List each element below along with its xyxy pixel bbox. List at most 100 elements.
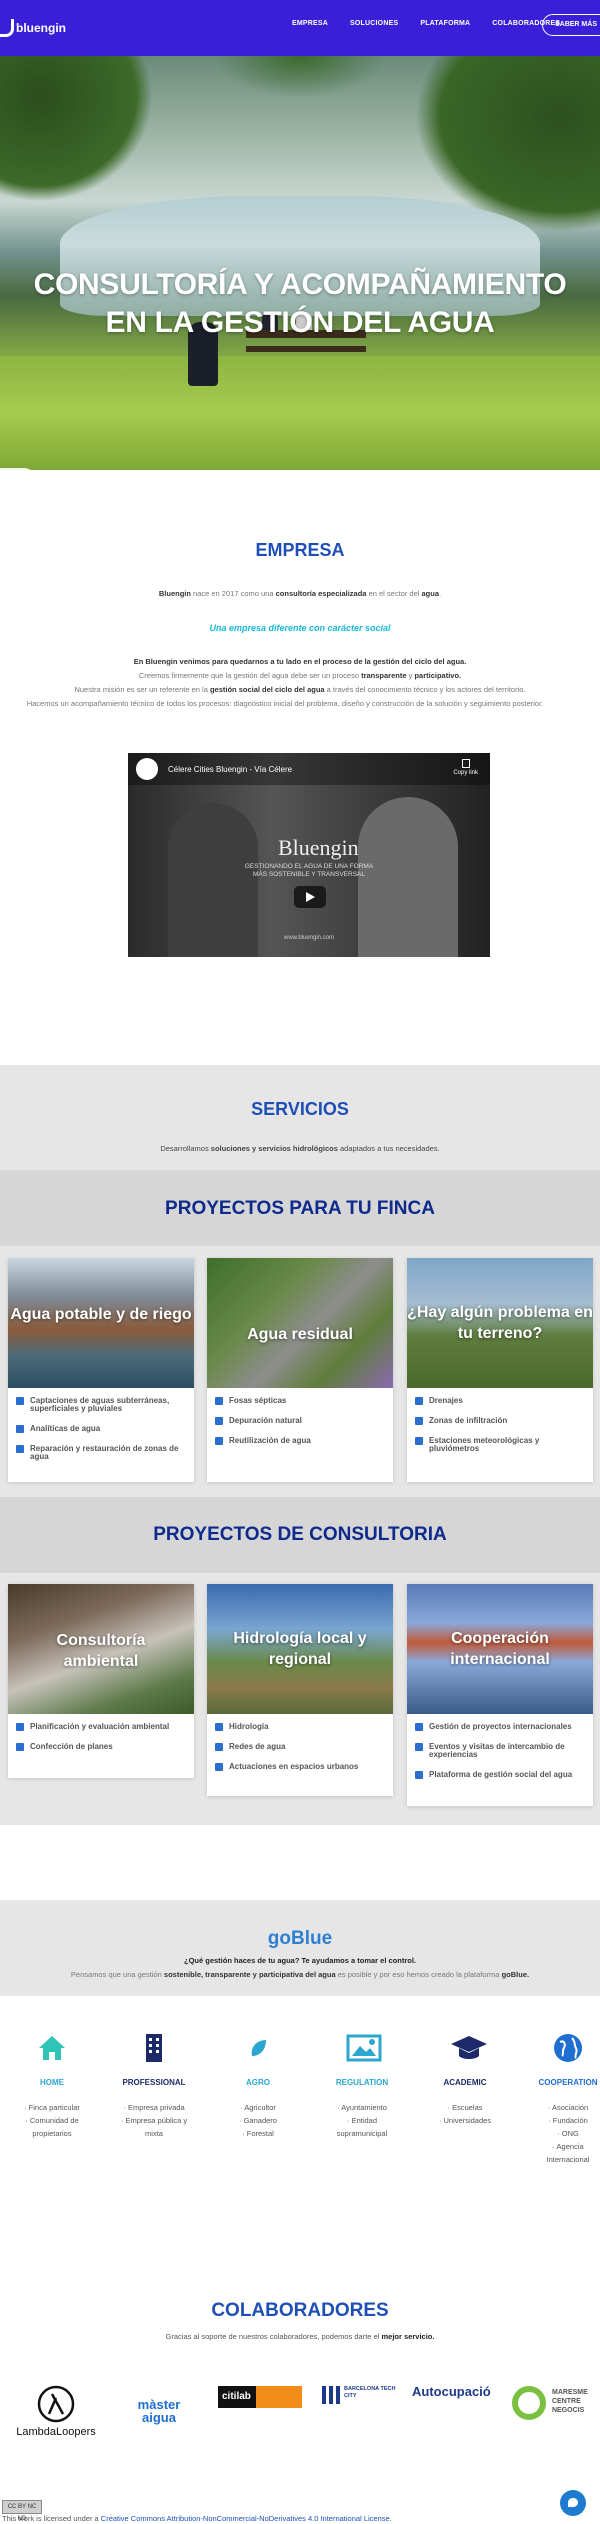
card-hidrologia[interactable]: Hidrología local y regional Hidrología R… bbox=[207, 1584, 393, 1796]
card-item[interactable]: Reutilización de agua bbox=[207, 1434, 393, 1448]
logo-master-aigua[interactable]: màster aigua bbox=[128, 2398, 190, 2424]
brand-logo[interactable]: bluengin bbox=[0, 19, 66, 37]
item-text: Confección de planes bbox=[30, 1742, 113, 1751]
nav-plataforma[interactable]: PLATAFORMA bbox=[420, 20, 470, 27]
intro-mid: nace en 2017 como una bbox=[190, 589, 276, 598]
item-text: Plataforma de gestión social del agua bbox=[429, 1770, 573, 1779]
lab-icon bbox=[16, 1425, 24, 1433]
video-player[interactable]: Célere Cities Bluengin - Vía Célere Copy… bbox=[128, 753, 490, 957]
category-item: mixta bbox=[145, 2129, 163, 2138]
card-consultoria-ambiental[interactable]: Consultoría ambiental Planificación y ev… bbox=[8, 1584, 194, 1778]
item-text: Reutilización de agua bbox=[229, 1436, 311, 1445]
category-item: · Finca particular bbox=[24, 2103, 80, 2112]
category-item: supramunicipal bbox=[336, 2129, 388, 2138]
card-caption: Hidrología local y regional bbox=[233, 1630, 367, 1668]
category-items: · Escuelas · Universidades bbox=[425, 2101, 505, 2127]
logo-citilab-text: citilab bbox=[222, 2391, 251, 2402]
channel-avatar[interactable] bbox=[136, 758, 158, 780]
chat-bubble-icon[interactable] bbox=[560, 2490, 586, 2516]
card-item[interactable]: Captaciones de aguas subterráneas, super… bbox=[8, 1394, 194, 1416]
card-item[interactable]: Estaciones meteorológicas y pluviómetros bbox=[407, 1434, 593, 1456]
license-b: . bbox=[389, 2514, 392, 2523]
intro-bold: consultoría especializada bbox=[275, 589, 367, 598]
card-item[interactable]: Redes de agua bbox=[207, 1740, 393, 1754]
p1-text: En Bluengin venimos para quedarnos a tu … bbox=[133, 657, 467, 666]
category-item: · Comunidad de bbox=[25, 2116, 79, 2125]
category-agro[interactable]: AGRO · Agricultor · Ganadero · Forestal bbox=[218, 2032, 298, 2140]
saber-mas-button[interactable]: SABER MÁS bbox=[541, 14, 600, 36]
item-text: Drenajes bbox=[429, 1396, 463, 1405]
category-items: · Finca particular · Comunidad de propieta… bbox=[12, 2101, 92, 2140]
copy-label: Copy link bbox=[453, 770, 478, 776]
logo-autocupacio[interactable]: Autocupació bbox=[412, 2384, 512, 2399]
purification-icon bbox=[215, 1417, 223, 1425]
category-item: · Entidad bbox=[346, 2116, 378, 2125]
category-label: ACADEMIC bbox=[443, 2078, 487, 2087]
image-icon bbox=[346, 2032, 382, 2064]
category-professional[interactable]: PROFESSIONAL · Empresa privada · Empresa … bbox=[114, 2032, 194, 2140]
card-agua-residual[interactable]: Agua residual Fosas sépticas Depuración … bbox=[207, 1258, 393, 1482]
card-image: Hidrología local y regional bbox=[207, 1584, 393, 1714]
gb-b: sostenible, transparente y participativa… bbox=[163, 1970, 336, 1979]
p3c: a través del conocimiento técnico y los … bbox=[324, 685, 526, 694]
goblue-title: goBlue bbox=[267, 1928, 333, 1949]
category-item: propietarios bbox=[32, 2129, 72, 2138]
card-problema-terreno[interactable]: ¿Hay algún problema en tu terreno? Drena… bbox=[407, 1258, 593, 1482]
video-title[interactable]: Célere Cities Bluengin - Vía Célere bbox=[168, 765, 292, 774]
category-items: · Agricultor · Ganadero · Forestal bbox=[218, 2101, 298, 2140]
category-cooperation[interactable]: COOPERATION · Asociación · Fundación · ONG… bbox=[528, 2032, 600, 2166]
card-cooperacion[interactable]: Cooperación internacional Gestión de pro… bbox=[407, 1584, 593, 1806]
card-item[interactable]: Gestión de proyectos internacionales bbox=[407, 1720, 593, 1734]
card-item[interactable]: Planificación y evaluación ambiental bbox=[8, 1720, 194, 1734]
card-item[interactable]: Eventos y visitas de intercambio de expe… bbox=[407, 1740, 593, 1762]
logo-citilab[interactable]: citilab bbox=[218, 2386, 302, 2408]
category-label: AGRO bbox=[246, 2078, 270, 2087]
category-home[interactable]: HOME · Finca particular · Comunidad de pro… bbox=[12, 2032, 92, 2140]
p2a: Creemos firmemente que la gestión del ag… bbox=[138, 671, 362, 680]
video-subtitle: GESTIONANDO EL AGUA DE UNA FORMA MÁS SOST… bbox=[128, 863, 490, 879]
item-text: Hidrología bbox=[229, 1722, 269, 1731]
logo-lambdaloopers[interactable]: LambdaLoopers bbox=[10, 2384, 102, 2438]
card-item[interactable]: Depuración natural bbox=[207, 1414, 393, 1428]
card-item[interactable]: Hidrología bbox=[207, 1720, 393, 1734]
copy-icon bbox=[461, 759, 470, 768]
servicios-desc: Desarrollamos soluciones y servicios hid… bbox=[0, 1144, 600, 1153]
category-label: COOPERATION bbox=[538, 2078, 598, 2087]
item-text: Actuaciones en espacios urbanos bbox=[229, 1762, 359, 1771]
card-item[interactable]: Analíticas de agua bbox=[8, 1422, 194, 1436]
cc-license-badge[interactable]: CC BY NC ND bbox=[2, 2500, 42, 2522]
card-item[interactable]: Drenajes bbox=[407, 1394, 593, 1408]
category-regulation[interactable]: REGULATION · Ayuntamiento · Entidad supram… bbox=[322, 2032, 402, 2140]
card-item[interactable]: Fosas sépticas bbox=[207, 1394, 393, 1408]
card-item[interactable]: Zonas de infiltración bbox=[407, 1414, 593, 1428]
logo-maresme[interactable]: MARESME CENTRE NEGOCIS bbox=[512, 2386, 600, 2422]
card-item[interactable]: Plataforma de gestión social del agua bbox=[407, 1768, 593, 1782]
card-item[interactable]: Actuaciones en espacios urbanos bbox=[207, 1760, 393, 1774]
nav-empresa[interactable]: EMPRESA bbox=[292, 20, 328, 27]
video-person-left bbox=[168, 803, 258, 957]
card-item[interactable]: Reparación y restauración de zonas de ag… bbox=[8, 1442, 194, 1464]
home-icon bbox=[36, 2032, 68, 2064]
hero-grass bbox=[0, 356, 600, 470]
servicios-section: SERVICIOS Desarrollamos soluciones y ser… bbox=[0, 1099, 600, 1153]
leaf-icon bbox=[242, 2032, 274, 2064]
hero-title-line1: CONSULTORÍA Y ACOMPAÑAMIENTO bbox=[33, 268, 567, 301]
play-button-icon[interactable] bbox=[294, 886, 326, 908]
category-item: · Empresa pública y bbox=[120, 2116, 188, 2125]
project-icon bbox=[415, 1723, 423, 1731]
footer: CC BY NC ND This work is licensed under … bbox=[0, 2494, 600, 2524]
item-text: Zonas de infiltración bbox=[429, 1416, 508, 1425]
copy-link-button[interactable]: Copy link bbox=[453, 759, 478, 776]
category-item: · Agricultor bbox=[240, 2103, 276, 2112]
goblue-desc: Pensamos que una gestión sostenible, tra… bbox=[0, 1970, 600, 1979]
building-icon bbox=[138, 2032, 170, 2064]
partner-logos: LambdaLoopers màster aigua citilab BARCE… bbox=[0, 2380, 600, 2452]
category-items: · Ayuntamiento · Entidad supramunicipal bbox=[322, 2101, 402, 2140]
license-link[interactable]: Creative Commons Attribution-NonCommerci… bbox=[101, 2514, 390, 2523]
nav-soluciones[interactable]: SOLUCIONES bbox=[350, 20, 398, 27]
card-item[interactable]: Confección de planes bbox=[8, 1740, 194, 1754]
logo-barcelona-tech-city[interactable]: BARCELONA TECH CITY bbox=[322, 2386, 402, 2404]
category-academic[interactable]: ACADEMIC · Escuelas · Universidades bbox=[425, 2032, 505, 2127]
goblue-question: ¿Qué gestión haces de tu agua? Te ayudam… bbox=[184, 1956, 416, 1965]
card-agua-potable[interactable]: Agua potable y de riego Captaciones de a… bbox=[8, 1258, 194, 1482]
